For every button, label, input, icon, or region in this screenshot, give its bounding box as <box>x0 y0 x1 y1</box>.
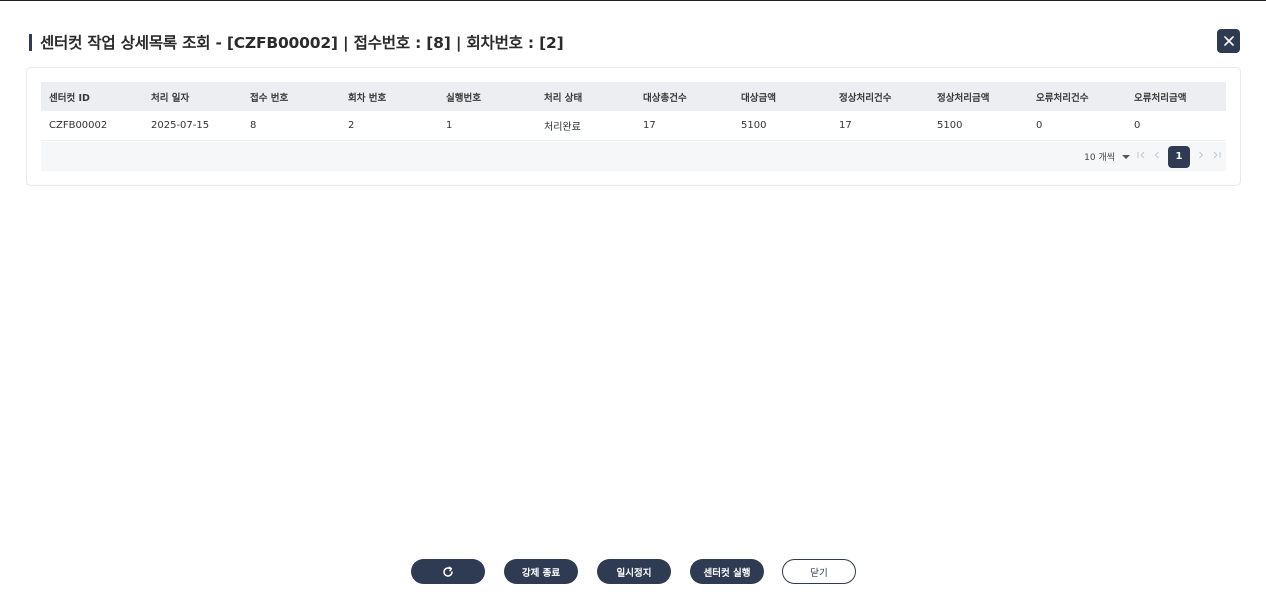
detail-grid: 센터컷 ID 처리 일자 접수 번호 회차 번호 실행번호 처리 상태 대상총건… <box>41 82 1226 141</box>
grid-header-row: 센터컷 ID 처리 일자 접수 번호 회차 번호 실행번호 처리 상태 대상총건… <box>41 82 1226 111</box>
cell-process-date: 2025-07-15 <box>151 120 210 131</box>
cell-error-count: 0 <box>1036 120 1043 131</box>
dialog-header: 센터컷 작업 상세목록 조회 - [CZFB00002] | 접수번호 : [8… <box>29 31 564 53</box>
cell-target-count: 17 <box>643 120 656 131</box>
column-header-exec-no[interactable]: 실행번호 <box>438 90 536 104</box>
force-stop-button[interactable]: 강제 종료 <box>504 559 578 584</box>
top-border <box>0 0 1266 1</box>
dialog-title: 센터컷 작업 상세목록 조회 - [CZFB00002] | 접수번호 : [8… <box>40 34 564 52</box>
refresh-button[interactable] <box>411 559 485 584</box>
cell-target-amount: 5100 <box>741 120 767 131</box>
prev-page-icon[interactable] <box>1152 150 1162 163</box>
cell-success-count: 17 <box>839 120 852 131</box>
cell-exec-no: 1 <box>446 120 453 131</box>
caret-down-icon <box>1122 154 1130 159</box>
page-size-select[interactable]: 10 개씩 <box>1084 150 1130 163</box>
last-page-icon[interactable] <box>1212 150 1222 163</box>
close-button[interactable]: 닫기 <box>782 559 856 584</box>
cell-success-amount: 5100 <box>937 120 963 131</box>
cell-receipt-no: 8 <box>250 120 257 131</box>
first-page-icon[interactable] <box>1136 150 1146 163</box>
page-size-label: 10 개씩 <box>1084 153 1115 163</box>
column-header-error-count[interactable]: 오류처리건수 <box>1028 90 1126 104</box>
title-accent-bar <box>29 33 32 51</box>
column-header-success-count[interactable]: 정상처리건수 <box>831 90 929 104</box>
column-header-status[interactable]: 처리 상태 <box>536 90 635 104</box>
pause-button[interactable]: 일시정지 <box>597 559 671 584</box>
column-header-target-count[interactable]: 대상총건수 <box>635 90 733 104</box>
column-header-process-date[interactable]: 처리 일자 <box>143 90 242 104</box>
column-header-centercut-id[interactable]: 센터컷 ID <box>41 90 143 104</box>
column-header-target-amount[interactable]: 대상금액 <box>733 90 831 104</box>
close-icon <box>1223 36 1234 46</box>
close-icon-button[interactable] <box>1217 29 1240 53</box>
table-row[interactable]: CZFB00002 2025-07-15 8 2 1 처리완료 17 5100 … <box>41 111 1226 141</box>
pagination: 10 개씩 1 <box>1084 145 1222 168</box>
column-header-success-amount[interactable]: 정상처리금액 <box>929 90 1028 104</box>
run-centercut-button[interactable]: 센터컷 실행 <box>690 559 764 584</box>
cell-round-no: 2 <box>348 120 355 131</box>
cell-error-amount: 0 <box>1134 120 1141 131</box>
column-header-round-no[interactable]: 회차 번호 <box>340 90 438 104</box>
detail-list-panel: 센터컷 ID 처리 일자 접수 번호 회차 번호 실행번호 처리 상태 대상총건… <box>26 67 1241 186</box>
cell-status: 처리완료 <box>544 122 581 133</box>
next-page-icon[interactable] <box>1196 150 1206 163</box>
pagination-bar: 10 개씩 1 <box>41 142 1226 171</box>
column-header-error-amount[interactable]: 오류처리금액 <box>1126 90 1226 104</box>
column-header-receipt-no[interactable]: 접수 번호 <box>242 90 340 104</box>
page-number-current[interactable]: 1 <box>1168 145 1190 168</box>
refresh-icon <box>443 566 453 577</box>
cell-centercut-id: CZFB00002 <box>49 120 108 131</box>
